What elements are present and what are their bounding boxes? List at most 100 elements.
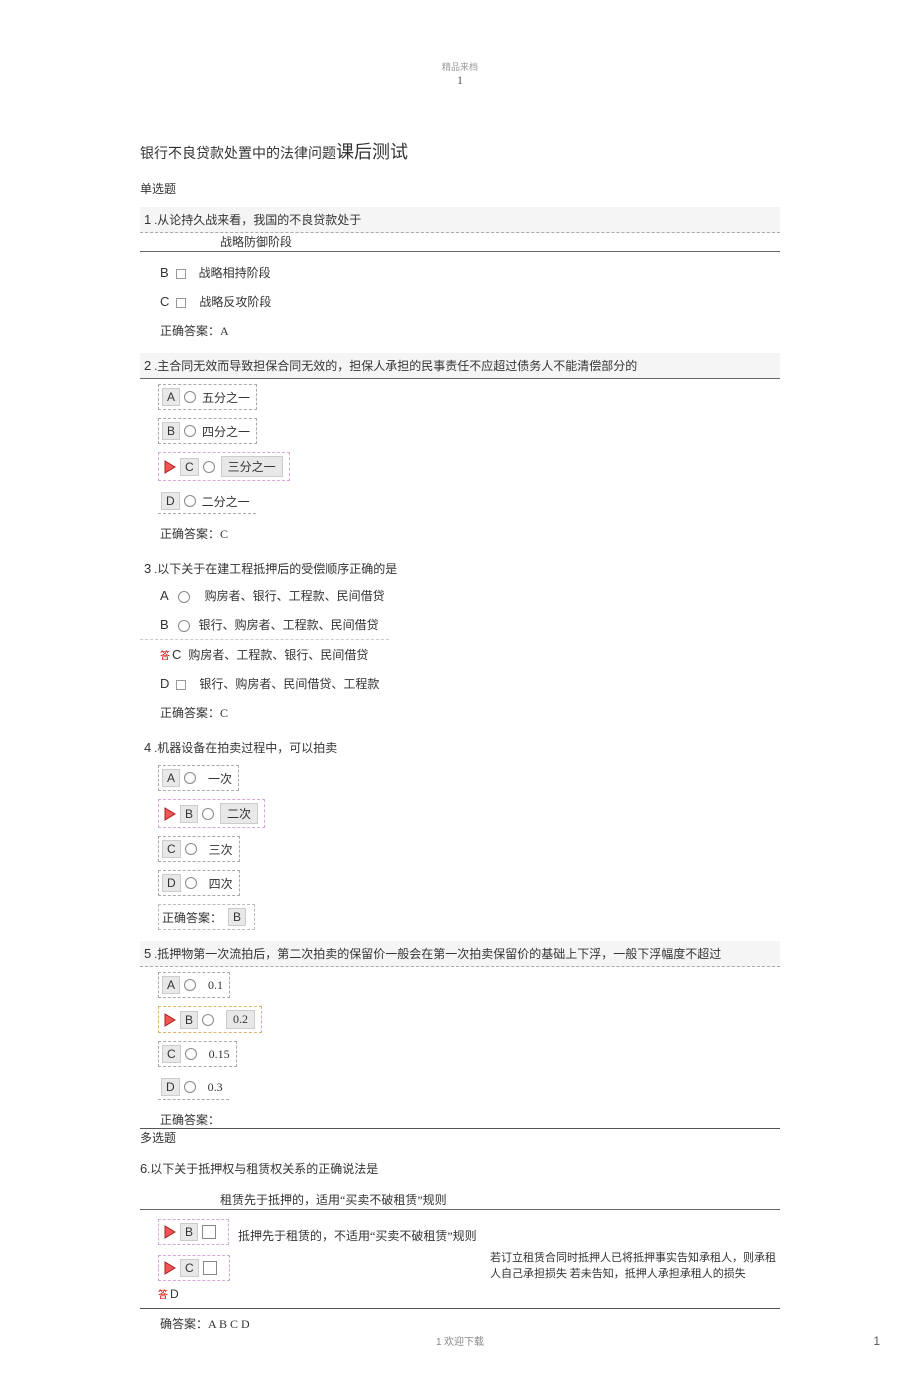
q5-option-d[interactable]: D 0.3 [158, 1075, 229, 1100]
q5-d-text: 0.3 [208, 1080, 223, 1095]
footer-text: 欢迎下载 [444, 1337, 484, 1348]
q3-a-letter: A [160, 588, 169, 603]
q2-number: 2 [144, 358, 151, 373]
q2-a-text: 五分之一 [202, 389, 250, 406]
q4-d-letter: D [162, 874, 181, 892]
question-5-header: 5 .抵押物第一次流拍后，第二次拍卖的保留价一般会在第一次拍卖保留价的基础上下浮… [140, 941, 780, 967]
q6-b-text: 抵押先于租赁的，不适用“买卖不破租赁”规则 [238, 1229, 477, 1243]
radio-icon [185, 1048, 197, 1060]
q5-option-b[interactable]: B 0.2 [158, 1006, 262, 1033]
q4-d-text: 四次 [209, 875, 233, 892]
pointer-icon [162, 1012, 178, 1028]
q3-c-letter: C [172, 647, 181, 662]
answer-mark: 答 [160, 651, 170, 662]
q5-option-c[interactable]: C 0.15 [158, 1041, 237, 1067]
q5-b-text: 0.2 [226, 1010, 255, 1029]
question-6-header: 6.以下关于抵押权与租赁权关系的正确说法是 [140, 1160, 780, 1177]
content-area: 银行不良贷款处置中的法律问题课后测试 单选题 1 .从论持久战来看，我国的不良贷… [140, 138, 780, 1338]
q1-c-letter: C [160, 294, 169, 309]
q1-option-c[interactable]: C 战略反攻阶段 [140, 287, 780, 316]
q5-c-text: 0.15 [209, 1047, 230, 1062]
q2-d-text: 二分之一 [202, 493, 250, 510]
q4-a-letter: A [162, 769, 180, 787]
q2-correct-answer: 正确答案：C [140, 519, 780, 548]
q3-d-text: 银行、购房者、民间借贷、工程款 [199, 677, 379, 691]
q6-option-b[interactable]: B [158, 1219, 229, 1245]
q2-option-a[interactable]: A 五分之一 [158, 384, 257, 410]
q5-option-a[interactable]: A 0.1 [158, 972, 230, 998]
q4-b-text: 二次 [220, 803, 258, 824]
footer-page-number: 1 [436, 1337, 442, 1348]
q3-option-b[interactable]: B 银行、购房者、工程款、民间借贷 [140, 610, 389, 640]
pointer-icon [162, 459, 178, 475]
radio-icon [184, 495, 196, 507]
q1-b-text: 战略相持阶段 [199, 266, 271, 280]
footer-right-number: 1 [873, 1334, 880, 1348]
q6-b-letter: B [180, 1223, 198, 1241]
q4-b-letter: B [180, 805, 198, 823]
radio-icon [184, 425, 196, 437]
q2-a-letter: A [162, 388, 180, 406]
q3-option-d[interactable]: D 银行、购房者、民间借贷、工程款 [140, 669, 780, 698]
watermark-text: 精品来档 [0, 60, 920, 73]
pointer-icon [162, 1260, 178, 1276]
q3-b-letter: B [160, 617, 169, 632]
q3-option-a[interactable]: A 购房者、银行、工程款、民间借贷 [140, 581, 780, 610]
q6-d-letter: D [170, 1287, 179, 1301]
question-3-header: 3 .以下关于在建工程抵押后的受偿顺序正确的是 [140, 556, 780, 581]
q2-b-letter: B [162, 422, 180, 440]
q6-option-c[interactable]: C [158, 1255, 230, 1281]
checkbox-icon [176, 269, 186, 279]
q1-number: 1 [144, 212, 151, 227]
checkbox-icon [202, 1225, 216, 1239]
q4-number: 4 [144, 740, 151, 755]
header-page-number: 1 [0, 73, 920, 88]
q6-c-letter: C [180, 1259, 199, 1277]
question-1-header: 1 .从论持久战来看，我国的不良贷款处于 [140, 207, 780, 233]
question-4-header: 4 .机器设备在拍卖过程中，可以拍卖 [140, 735, 780, 760]
q2-option-b[interactable]: B 四分之一 [158, 418, 257, 444]
q6-option-a: 租赁先于抵押的，适用“买卖不破租赁”规则 [140, 1191, 780, 1210]
q2-text: .主合同无效而导致担保合同无效的，担保人承担的民事责任不应超过债务人不能清偿部分… [154, 359, 637, 373]
q3-option-c[interactable]: 答C 购房者、工程款、银行、民间借贷 [140, 640, 780, 669]
q2-option-c[interactable]: C 三分之一 [158, 452, 290, 481]
header-watermark: 精品来档 1 [0, 60, 920, 88]
q4-text: .机器设备在拍卖过程中，可以拍卖 [154, 741, 337, 755]
q4-option-d[interactable]: D 四次 [158, 870, 240, 896]
q1-option-b[interactable]: B 战略相持阶段 [140, 258, 780, 287]
q4-c-text: 三次 [209, 841, 233, 858]
checkbox-icon [203, 1261, 217, 1275]
q5-b-letter: B [180, 1011, 198, 1029]
radio-icon [184, 1081, 196, 1093]
q2-c-text: 三分之一 [221, 456, 283, 477]
q4-c-letter: C [162, 840, 181, 858]
q1-correct-answer: 正确答案：A [140, 316, 780, 345]
q4-option-a[interactable]: A 一次 [158, 765, 239, 791]
q2-option-d[interactable]: D 二分之一 [158, 489, 256, 514]
q4-option-b[interactable]: B 二次 [158, 799, 265, 828]
q1-option-a: 战略防御阶段 [140, 233, 780, 252]
checkbox-icon [176, 298, 186, 308]
radio-icon [178, 591, 190, 603]
q3-correct-answer: 正确答案：C [140, 698, 780, 727]
answer-mark: 答 [158, 1290, 168, 1301]
q5-c-letter: C [162, 1045, 181, 1063]
q5-d-letter: D [161, 1078, 180, 1096]
radio-icon [178, 620, 190, 632]
q5-text: .抵押物第一次流拍后，第二次拍卖的保留价一般会在第一次拍卖保留价的基础上下浮，一… [154, 947, 721, 961]
footer-center: 1 欢迎下载 [0, 1333, 920, 1348]
q6-right-note: 若订立租赁合同时抵押人已将抵押事实告知承租人，则承租人自己承担损失 若未告知，抵… [490, 1250, 780, 1282]
radio-icon [185, 843, 197, 855]
question-2-header: 2 .主合同无效而导致担保合同无效的，担保人承担的民事责任不应超过债务人不能清偿… [140, 353, 780, 379]
q2-b-text: 四分之一 [202, 423, 250, 440]
pointer-icon [162, 1224, 178, 1240]
q2-c-letter: C [180, 458, 199, 476]
radio-icon [184, 391, 196, 403]
radio-icon [184, 772, 196, 784]
q5-a-letter: A [162, 976, 180, 994]
pointer-icon [162, 806, 178, 822]
q4-option-c[interactable]: C 三次 [158, 836, 240, 862]
q4-a-text: 一次 [208, 770, 232, 787]
document-title: 银行不良贷款处置中的法律问题课后测试 [140, 138, 780, 164]
q3-text: .以下关于在建工程抵押后的受偿顺序正确的是 [154, 562, 397, 576]
